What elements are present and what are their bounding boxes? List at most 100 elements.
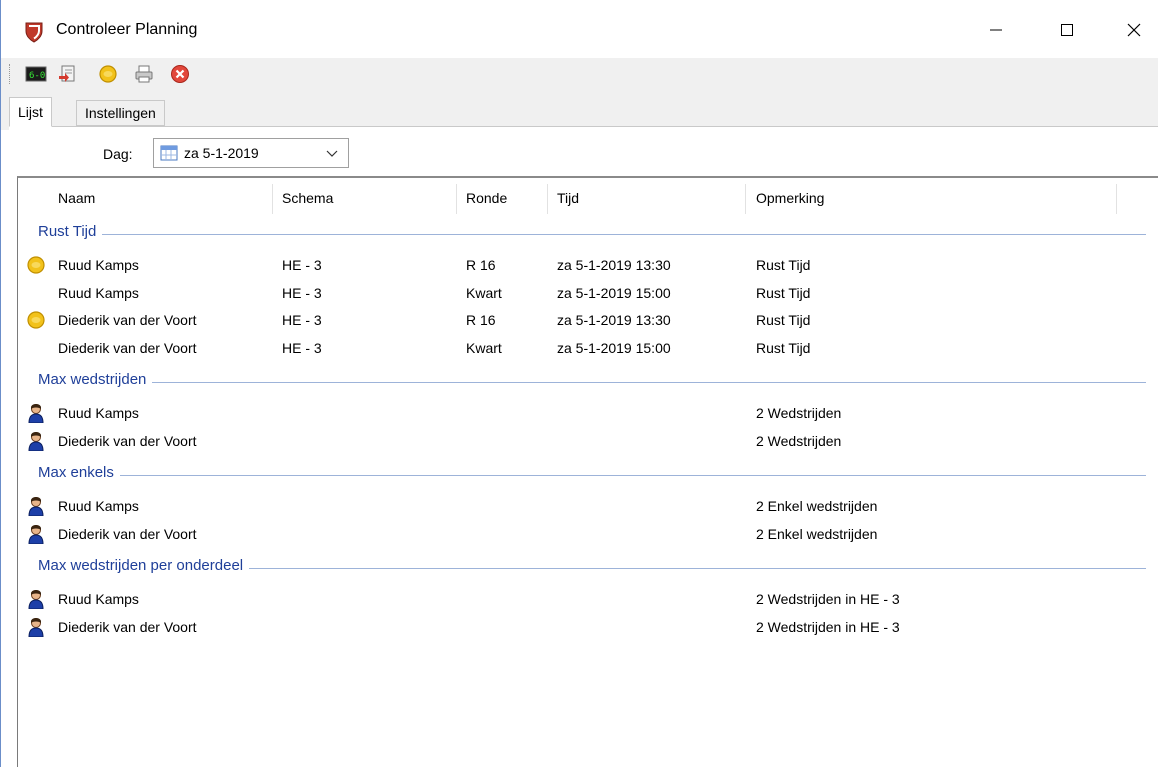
- day-select[interactable]: za 5-1-2019: [153, 138, 349, 168]
- calendar-icon: [160, 145, 178, 161]
- group-divider-line: [38, 382, 1146, 383]
- tab-instellingen[interactable]: Instellingen: [76, 100, 165, 126]
- cell-tijd: za 5-1-2019 15:00: [557, 284, 671, 301]
- col-header-opmerking[interactable]: Opmerking: [756, 190, 824, 206]
- column-divider[interactable]: [547, 184, 548, 214]
- cell-tijd: za 5-1-2019 13:30: [557, 257, 671, 273]
- minimize-icon: [990, 29, 1002, 31]
- cell-naam: Diederik van der Voort: [58, 432, 197, 449]
- tab-strip: [1, 90, 1158, 130]
- cell-opmerking: Rust Tijd: [756, 284, 811, 301]
- maximize-icon: [1061, 24, 1073, 36]
- group-title[interactable]: Max enkels: [38, 464, 120, 481]
- group-title[interactable]: Max wedstrijden per onderdeel: [38, 557, 250, 574]
- cell-naam: Ruud Kamps: [58, 405, 139, 421]
- printer-icon: [135, 65, 153, 83]
- cancel-button[interactable]: [169, 63, 191, 85]
- table-row[interactable]: Diederik van der Voort HE - 3 Kwart za 5-1-…: [18, 335, 1158, 363]
- cell-ronde: R 16: [466, 257, 496, 273]
- coin-icon: [99, 65, 117, 83]
- column-divider[interactable]: [272, 184, 273, 214]
- table-row[interactable]: Ruud Kamps HE - 3 Kwart za 5-1-2019 15:00 Ru…: [18, 280, 1158, 308]
- shield-logo-icon: [25, 22, 43, 43]
- column-divider[interactable]: [1116, 184, 1117, 214]
- cell-opmerking: Rust Tijd: [756, 312, 811, 328]
- person-icon: [26, 589, 46, 610]
- day-label: Dag:: [103, 146, 133, 162]
- col-header-ronde[interactable]: Ronde: [466, 190, 507, 206]
- column-divider[interactable]: [456, 184, 457, 214]
- cell-opmerking: 2 Wedstrijden: [756, 432, 842, 449]
- cell-tijd: za 5-1-2019 15:00: [557, 339, 671, 356]
- table-row[interactable]: Ruud Kamps 2 Wedstrijden in HE - 3: [18, 586, 1158, 614]
- day-value: za 5-1-2019: [184, 145, 259, 161]
- person-icon: [26, 617, 46, 637]
- close-red-icon: [171, 65, 189, 83]
- coin-button[interactable]: [97, 63, 119, 85]
- cell-naam: Ruud Kamps: [58, 591, 139, 607]
- coin-icon: [26, 255, 46, 275]
- coin-icon: [26, 310, 46, 330]
- svg-text:6-0: 6-0: [29, 71, 45, 81]
- cell-schema: HE - 3: [282, 284, 322, 301]
- cell-naam: Diederik van der Voort: [58, 525, 197, 542]
- cell-naam: Ruud Kamps: [58, 257, 139, 273]
- cell-tijd: za 5-1-2019 13:30: [557, 312, 671, 328]
- window-title: Controleer Planning: [56, 21, 198, 38]
- print-button[interactable]: [133, 63, 155, 85]
- column-divider[interactable]: [745, 184, 746, 214]
- export-button[interactable]: [56, 63, 78, 85]
- chevron-down-icon: [326, 150, 338, 157]
- cell-opmerking: 2 Wedstrijden in HE - 3: [756, 618, 900, 635]
- cell-naam: Diederik van der Voort: [58, 618, 197, 635]
- maximize-button[interactable]: [1044, 10, 1090, 50]
- group-title[interactable]: Rust Tijd: [38, 223, 103, 240]
- scoreboard-button[interactable]: 6-0: [25, 63, 47, 85]
- minimize-button[interactable]: [973, 10, 1019, 50]
- grid-header: Naam Schema Ronde Tijd Opmerking: [18, 178, 1158, 220]
- cell-ronde: Kwart: [466, 339, 502, 356]
- close-button[interactable]: [1111, 10, 1157, 50]
- result-grid[interactable]: Naam Schema Ronde Tijd Opmerking Rust Ti…: [17, 176, 1158, 767]
- cell-opmerking: 2 Wedstrijden: [756, 405, 842, 421]
- title-bar[interactable]: Controleer Planning: [1, 0, 1158, 58]
- col-header-schema[interactable]: Schema: [282, 190, 333, 206]
- group-title[interactable]: Max wedstrijden: [38, 371, 153, 388]
- cell-schema: HE - 3: [282, 257, 322, 273]
- cell-ronde: Kwart: [466, 284, 502, 301]
- table-row[interactable]: Diederik van der Voort HE - 3 R 16 za 5-1-2…: [18, 307, 1158, 335]
- group-divider-line: [38, 234, 1146, 235]
- person-icon: [26, 496, 46, 517]
- export-icon: [59, 65, 75, 82]
- col-header-naam[interactable]: Naam: [58, 190, 95, 206]
- person-icon: [26, 403, 46, 424]
- cell-opmerking: 2 Enkel wedstrijden: [756, 498, 878, 514]
- table-row[interactable]: Ruud Kamps 2 Wedstrijden: [18, 400, 1158, 428]
- scoreboard-icon: 6-0: [25, 66, 47, 82]
- cell-schema: HE - 3: [282, 312, 322, 328]
- person-icon: [26, 524, 46, 544]
- close-icon: [1127, 23, 1141, 37]
- table-row[interactable]: Diederik van der Voort 2 Enkel wedstrijde…: [18, 521, 1158, 549]
- cell-naam: Diederik van der Voort: [58, 312, 197, 328]
- cell-opmerking: Rust Tijd: [756, 339, 811, 356]
- cell-naam: Ruud Kamps: [58, 498, 139, 514]
- group-divider-line: [38, 475, 1146, 476]
- table-row[interactable]: Ruud Kamps HE - 3 R 16 za 5-1-2019 13:30 Rus…: [18, 252, 1158, 280]
- cell-opmerking: 2 Wedstrijden in HE - 3: [756, 591, 900, 607]
- cell-ronde: R 16: [466, 312, 496, 328]
- cell-opmerking: Rust Tijd: [756, 257, 811, 273]
- toolbar: 6-0: [1, 58, 1158, 90]
- toolbar-grip[interactable]: [9, 64, 12, 84]
- table-row[interactable]: Diederik van der Voort 2 Wedstrijden: [18, 428, 1158, 456]
- cell-opmerking: 2 Enkel wedstrijden: [756, 525, 878, 542]
- app-window: Controleer Planning 6-0 Lijst Instelling…: [0, 0, 1158, 767]
- person-icon: [26, 431, 46, 451]
- table-row[interactable]: Ruud Kamps 2 Enkel wedstrijden: [18, 493, 1158, 521]
- cell-schema: HE - 3: [282, 339, 322, 356]
- tab-lijst[interactable]: Lijst: [9, 97, 52, 127]
- cell-naam: Diederik van der Voort: [58, 339, 197, 356]
- table-row[interactable]: Diederik van der Voort 2 Wedstrijden in H…: [18, 614, 1158, 642]
- cell-naam: Ruud Kamps: [58, 284, 139, 301]
- col-header-tijd[interactable]: Tijd: [557, 190, 579, 206]
